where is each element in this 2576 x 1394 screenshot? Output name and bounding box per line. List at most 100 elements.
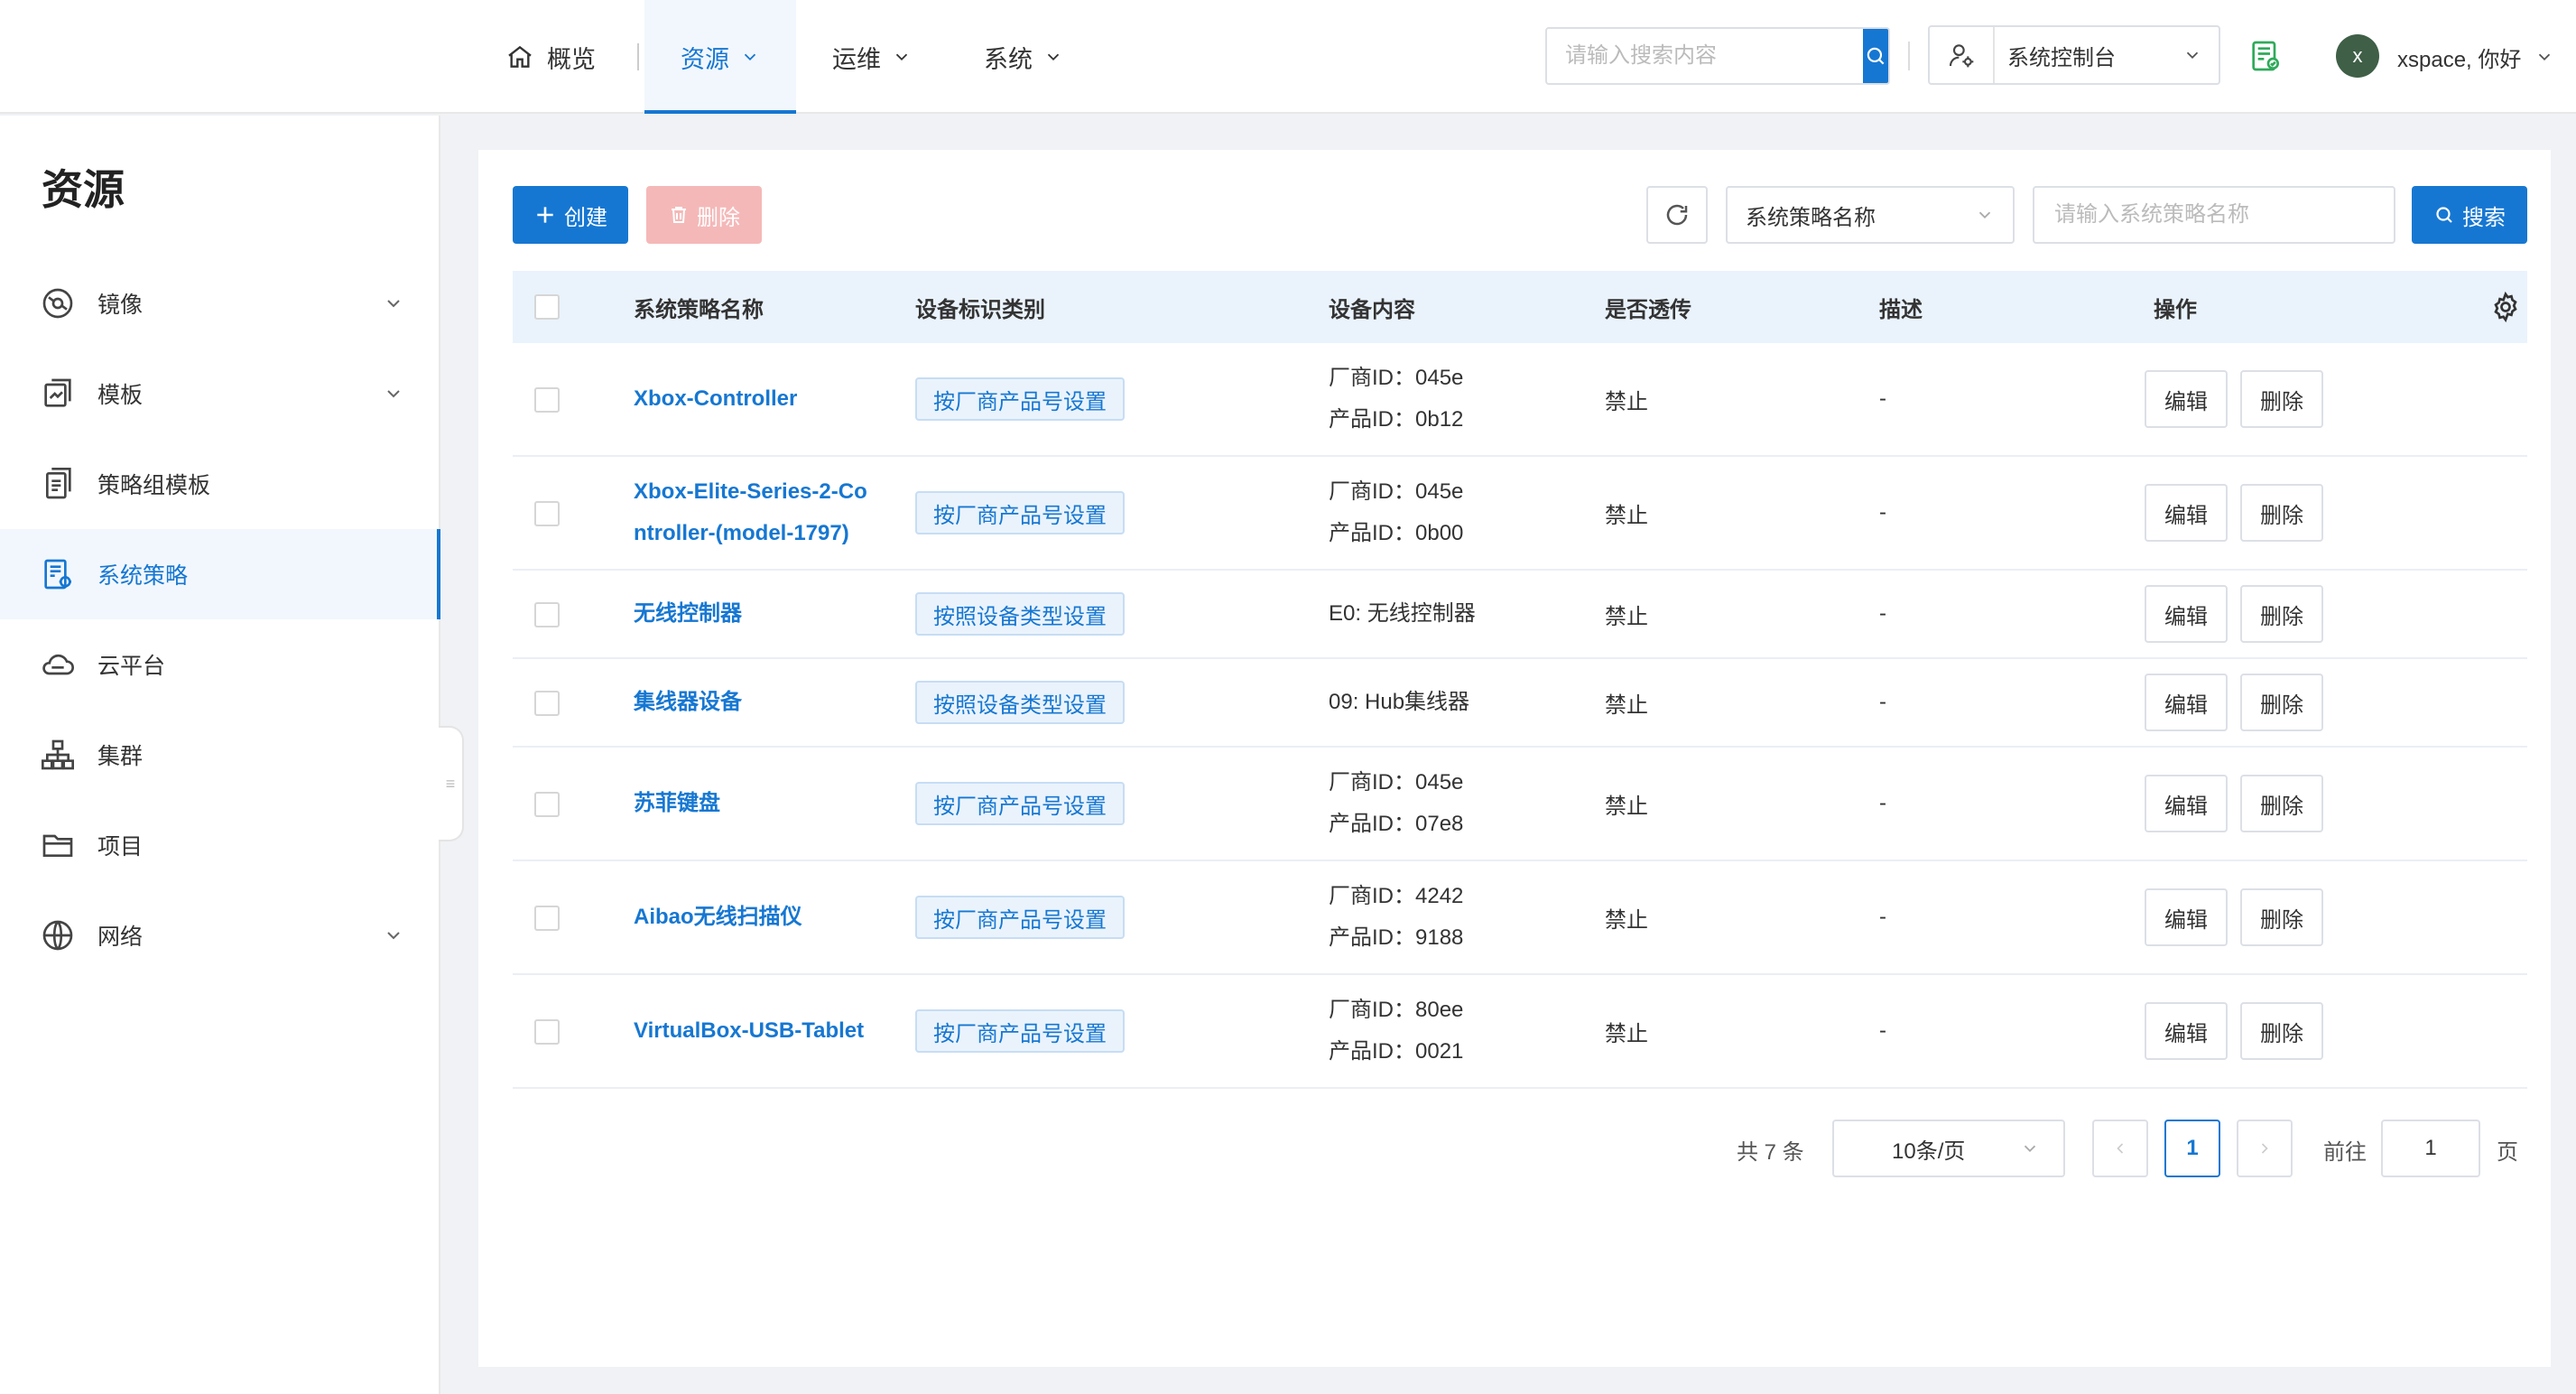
id-type-tag: 按照设备类型设置 — [915, 681, 1125, 724]
policy-name-link[interactable]: Aibao无线扫描仪 — [634, 897, 868, 938]
sidebar-item-clusters[interactable]: 集群 — [0, 710, 439, 800]
nav-system[interactable]: 系统 — [948, 0, 1099, 114]
id-type-tag: 按厂商产品号设置 — [915, 377, 1125, 421]
edit-button[interactable]: 编辑 — [2145, 775, 2228, 832]
passthrough-value: 禁止 — [1605, 389, 1648, 414]
home-icon — [505, 42, 534, 71]
sidebar-item-policy-group-templates[interactable]: 策略组模板 — [0, 439, 439, 529]
passthrough-value: 禁止 — [1605, 604, 1648, 629]
id-type-tag: 按厂商产品号设置 — [915, 1009, 1125, 1053]
sidebar-collapse-handle[interactable]: ≡ — [439, 726, 464, 841]
refresh-button[interactable] — [1646, 186, 1708, 244]
sidebar-item-label: 模板 — [97, 383, 144, 408]
create-button[interactable]: 创建 — [513, 186, 628, 244]
username[interactable]: xspace, 你好 — [2397, 42, 2521, 73]
column-header-content: 设备内容 — [1329, 297, 1415, 322]
nav-ops-label: 运维 — [832, 45, 881, 73]
chevron-down-icon — [892, 47, 912, 67]
delete-button[interactable]: 删除 — [2240, 775, 2323, 832]
edit-button[interactable]: 编辑 — [2145, 674, 2228, 731]
bulk-delete-button[interactable]: 删除 — [646, 186, 762, 244]
passthrough-value: 禁止 — [1605, 503, 1648, 528]
nav-resources[interactable]: 资源 — [644, 0, 796, 114]
sidebar-item-label: 网络 — [97, 925, 144, 950]
row-checkbox[interactable] — [534, 1019, 560, 1045]
policy-search-input[interactable] — [2034, 188, 2394, 242]
row-checkbox[interactable] — [534, 691, 560, 716]
cluster-icon — [40, 737, 76, 773]
select-all-checkbox[interactable] — [534, 294, 560, 320]
delete-button[interactable]: 删除 — [2240, 585, 2323, 643]
chevron-down-icon[interactable] — [2534, 47, 2554, 67]
gear-icon[interactable] — [2489, 291, 2522, 323]
goto-page-input[interactable]: 1 — [2381, 1120, 2480, 1177]
next-page-button[interactable] — [2237, 1120, 2293, 1177]
id-type-tag: 按照设备类型设置 — [915, 592, 1125, 636]
delete-button[interactable]: 删除 — [2240, 484, 2323, 542]
chevron-down-icon — [740, 47, 760, 67]
policy-name-link[interactable]: Xbox-Elite-Series-2-Controller-(model-17… — [634, 471, 868, 554]
edit-button[interactable]: 编辑 — [2145, 370, 2228, 428]
edit-button[interactable]: 编辑 — [2145, 585, 2228, 643]
column-header-operations: 操作 — [2154, 297, 2197, 322]
console-select[interactable]: 系统控制台 — [1928, 25, 2220, 85]
nav-system-label: 系统 — [984, 45, 1033, 73]
policy-name-link[interactable]: VirtualBox-USB-Tablet — [634, 1010, 868, 1052]
console-select-label: 系统控制台 — [2007, 45, 2116, 70]
delete-button[interactable]: 删除 — [2240, 370, 2323, 428]
chevron-down-icon — [2182, 45, 2219, 65]
sidebar-item-images[interactable]: 镜像 — [0, 258, 439, 348]
folder-icon — [40, 827, 76, 863]
delete-button[interactable]: 删除 — [2240, 674, 2323, 731]
sidebar-item-network[interactable]: 网络 — [0, 890, 439, 980]
policy-name-link[interactable]: 苏菲键盘 — [634, 783, 868, 824]
description-value: - — [1879, 386, 1886, 411]
row-checkbox[interactable] — [534, 501, 560, 526]
edit-button[interactable]: 编辑 — [2145, 484, 2228, 542]
page-size-select[interactable]: 10条/页 — [1832, 1120, 2065, 1177]
sidebar-item-label: 镜像 — [97, 293, 144, 318]
refresh-icon — [1663, 201, 1691, 228]
delete-button[interactable]: 删除 — [2240, 888, 2323, 946]
id-type-tag: 按厂商产品号设置 — [915, 782, 1125, 825]
avatar[interactable]: x — [2336, 34, 2379, 78]
policy-name-link[interactable]: 集线器设备 — [634, 682, 868, 723]
global-search-button[interactable] — [1863, 29, 1888, 83]
edit-button[interactable]: 编辑 — [2145, 888, 2228, 946]
row-checkbox[interactable] — [534, 906, 560, 931]
row-checkbox[interactable] — [534, 602, 560, 627]
table-row: Xbox-Elite-Series-2-Controller-(model-17… — [513, 457, 2527, 571]
policy-name-link[interactable]: Xbox-Controller — [634, 378, 868, 420]
nav-overview-label: 概览 — [547, 45, 596, 73]
row-checkbox[interactable] — [534, 387, 560, 413]
plus-icon — [533, 203, 557, 227]
content-line: 产品ID：0b00 — [1329, 521, 1464, 545]
description-value: - — [1879, 1018, 1886, 1043]
table-row: VirtualBox-USB-Tablet 按厂商产品号设置 厂商ID：80ee… — [513, 975, 2527, 1089]
search-button[interactable]: 搜索 — [2412, 186, 2527, 244]
sidebar-item-templates[interactable]: 模板 — [0, 348, 439, 439]
table-header: 系统策略名称 设备标识类别 设备内容 是否透传 描述 操作 — [513, 271, 2527, 343]
main-nav: 概览 资源 运维 系统 — [469, 0, 1099, 114]
sidebar-item-label: 项目 — [97, 834, 144, 860]
row-checkbox[interactable] — [534, 792, 560, 817]
nav-ops[interactable]: 运维 — [796, 0, 948, 114]
search-field-select-value: 系统策略名称 — [1746, 205, 1876, 230]
sidebar-item-cloud-platform[interactable]: 云平台 — [0, 619, 439, 710]
content-line: 厂商ID：045e — [1329, 479, 1464, 504]
delete-button[interactable]: 删除 — [2240, 1002, 2323, 1060]
chevron-down-icon — [383, 925, 404, 946]
sidebar-item-label: 策略组模板 — [97, 473, 211, 498]
nav-overview[interactable]: 概览 — [469, 0, 632, 114]
sidebar-item-system-policies[interactable]: 系统策略 — [0, 529, 440, 619]
globe-icon — [40, 917, 76, 953]
sidebar-item-projects[interactable]: 项目 — [0, 800, 439, 890]
document-list-icon[interactable] — [2247, 38, 2284, 74]
id-type-tag: 按厂商产品号设置 — [915, 491, 1125, 534]
search-field-select[interactable]: 系统策略名称 — [1726, 186, 2015, 244]
policy-name-link[interactable]: 无线控制器 — [634, 593, 868, 635]
prev-page-button[interactable] — [2092, 1120, 2148, 1177]
edit-button[interactable]: 编辑 — [2145, 1002, 2228, 1060]
global-search-input[interactable] — [1547, 29, 1863, 83]
page-number-current[interactable]: 1 — [2164, 1120, 2220, 1177]
